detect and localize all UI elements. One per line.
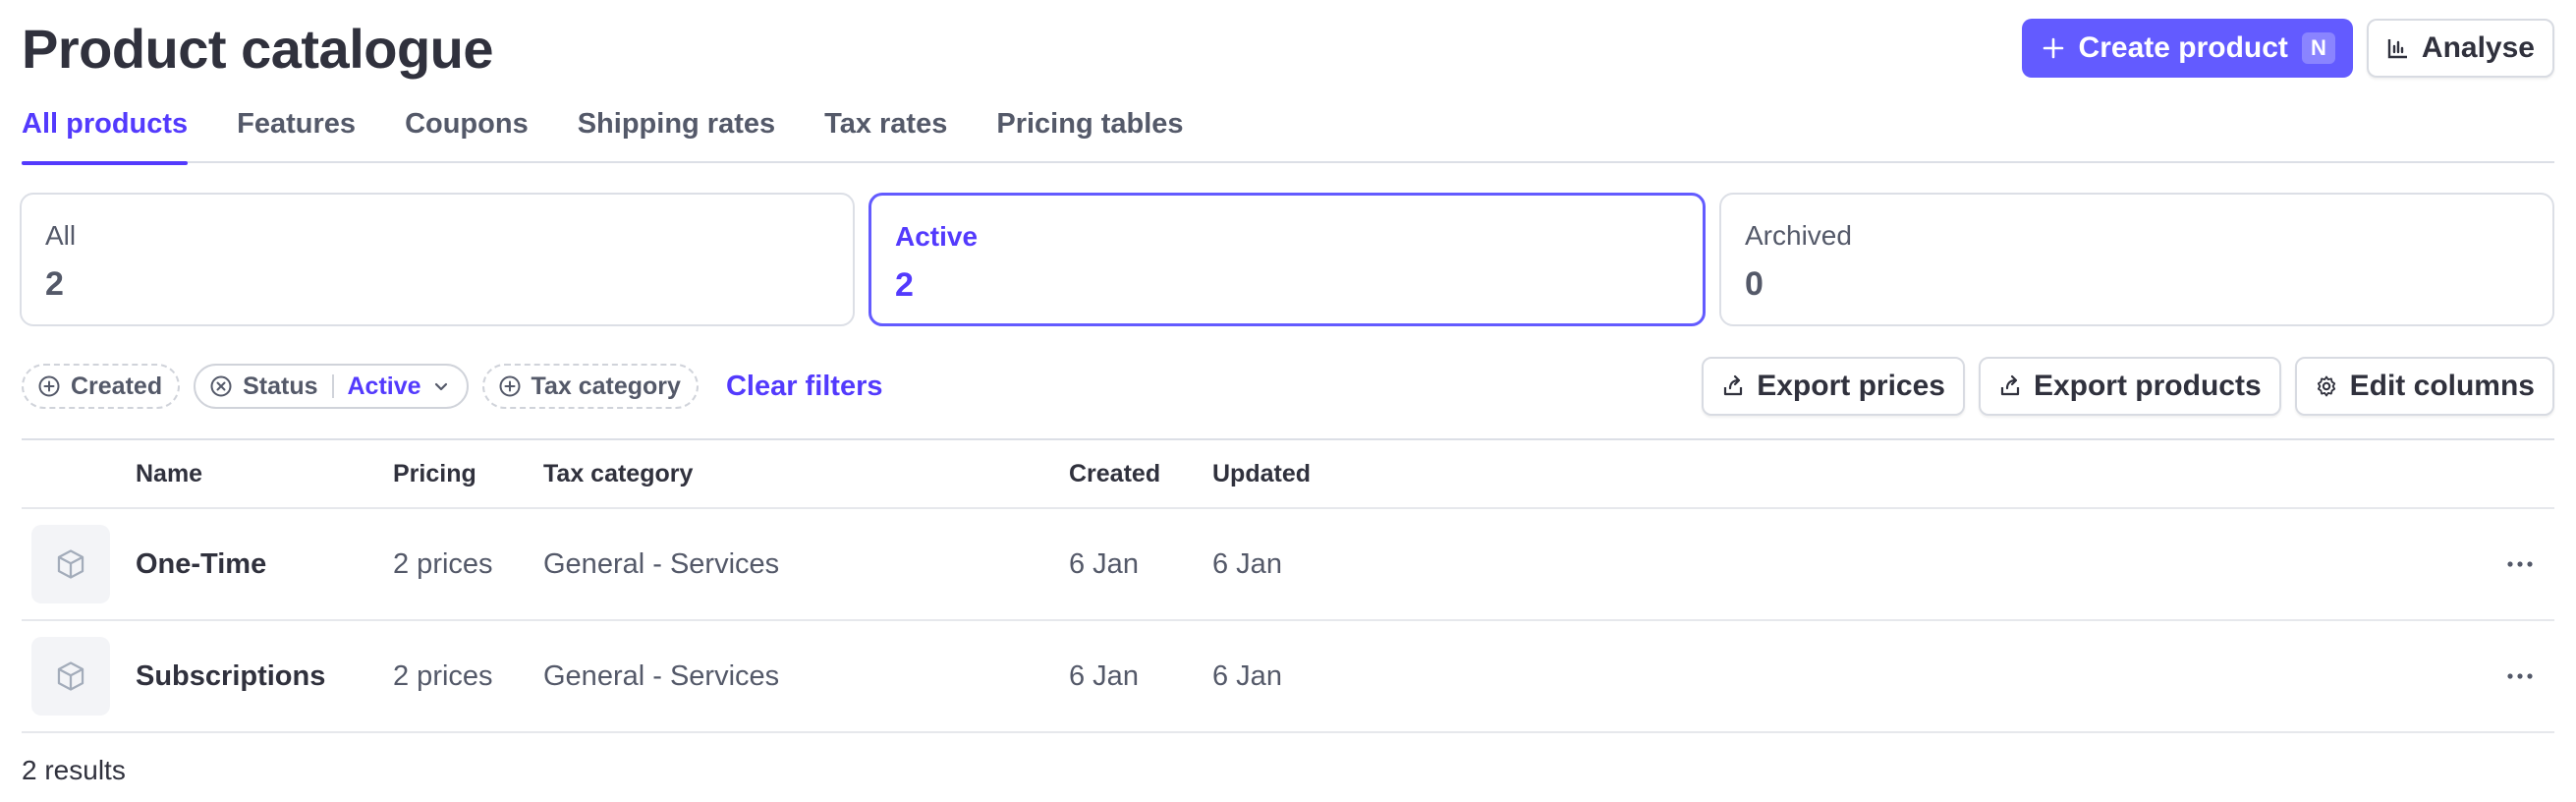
header-cell-pricing[interactable]: Pricing — [393, 460, 543, 488]
header-cell-name[interactable]: Name — [136, 460, 393, 488]
create-product-label: Create product — [2078, 31, 2288, 64]
status-card-label: Active — [895, 221, 979, 252]
clear-filters-link[interactable]: Clear filters — [726, 371, 883, 403]
tab-coupons[interactable]: Coupons — [405, 104, 529, 163]
circle-plus-icon — [498, 374, 522, 398]
analyse-button[interactable]: Analyse — [2366, 19, 2554, 78]
bar-chart-icon — [2386, 36, 2410, 60]
created-filter-chip[interactable]: Created — [22, 364, 181, 409]
status-card-label: All — [45, 220, 77, 251]
create-shortcut-badge: N — [2301, 32, 2335, 64]
header-cell-tax-category[interactable]: Tax category — [543, 460, 1069, 488]
tab-pricing-tables[interactable]: Pricing tables — [996, 104, 1183, 163]
filter-bar: Created Status Active Tax category Clear… — [22, 356, 2554, 417]
tax-category-filter-chip[interactable]: Tax category — [481, 364, 699, 409]
table-actions: Export prices Export products Edit colum… — [1702, 357, 2554, 416]
filters: Created Status Active Tax category Clear… — [22, 364, 883, 409]
page-title: Product catalogue — [22, 17, 494, 80]
product-thumbnail — [31, 525, 110, 603]
tab-all-products[interactable]: All products — [22, 104, 189, 165]
status-card-label: Archived — [1745, 220, 1852, 251]
export-prices-button[interactable]: Export prices — [1702, 357, 1965, 416]
product-created: 6 Jan — [1069, 547, 1139, 580]
header-cell-created[interactable]: Created — [1069, 460, 1212, 488]
chip-divider — [331, 374, 334, 398]
product-tax-category: General - Services — [543, 547, 780, 580]
product-pricing: 2 prices — [393, 659, 493, 692]
row-more-button[interactable] — [2486, 560, 2554, 568]
row-more-button[interactable] — [2486, 672, 2554, 680]
table-header: Name Pricing Tax category Created Update… — [22, 438, 2554, 509]
box-icon — [54, 547, 87, 581]
more-icon — [2506, 560, 2534, 568]
product-name[interactable]: One-Time — [136, 548, 393, 581]
product-name[interactable]: Subscriptions — [136, 660, 393, 693]
status-card-active[interactable]: Active 2 — [868, 193, 1706, 326]
product-updated: 6 Jan — [1212, 659, 1282, 692]
results-count: 2 results — [22, 755, 126, 785]
table-row[interactable]: One-Time 2 prices General - Services 6 J… — [22, 509, 2554, 621]
box-icon — [54, 659, 87, 693]
product-pricing: 2 prices — [393, 547, 493, 580]
edit-columns-label: Edit columns — [2349, 370, 2535, 402]
tax-category-filter-label: Tax category — [531, 372, 681, 400]
status-cards: All 2 Active 2 Archived 0 — [20, 193, 2554, 326]
more-icon — [2506, 672, 2534, 680]
status-filter-value: Active — [347, 372, 421, 400]
gear-icon — [2315, 374, 2338, 398]
analyse-label: Analyse — [2421, 31, 2535, 64]
export-icon — [1998, 374, 2022, 398]
status-card-count: 0 — [1745, 265, 1764, 303]
status-card-all[interactable]: All 2 — [20, 193, 855, 326]
tab-tax-rates[interactable]: Tax rates — [824, 104, 947, 163]
status-filter-label: Status — [243, 372, 318, 400]
page: Product catalogue Create product N Analy… — [0, 0, 2576, 802]
status-card-count: 2 — [45, 265, 64, 303]
export-products-button[interactable]: Export products — [1978, 357, 2281, 416]
header-cell-updated[interactable]: Updated — [1212, 460, 1409, 488]
tab-features[interactable]: Features — [237, 104, 356, 163]
chevron-down-icon — [431, 376, 451, 396]
header-actions: Create product N Analyse — [2021, 19, 2554, 78]
product-thumbnail — [31, 637, 110, 716]
export-icon — [1721, 374, 1745, 398]
tab-bar: All products Features Coupons Shipping r… — [22, 104, 2554, 165]
created-filter-label: Created — [71, 372, 163, 400]
circle-x-icon[interactable] — [209, 374, 233, 398]
tab-shipping-rates[interactable]: Shipping rates — [578, 104, 775, 163]
product-updated: 6 Jan — [1212, 547, 1282, 580]
circle-plus-icon — [37, 374, 61, 398]
edit-columns-button[interactable]: Edit columns — [2294, 357, 2554, 416]
create-product-button[interactable]: Create product N — [2021, 19, 2353, 78]
products-table: Name Pricing Tax category Created Update… — [22, 438, 2554, 733]
export-prices-label: Export prices — [1757, 370, 1945, 402]
product-tax-category: General - Services — [543, 659, 780, 692]
product-created: 6 Jan — [1069, 659, 1139, 692]
status-filter-chip[interactable]: Status Active — [194, 364, 469, 409]
export-products-label: Export products — [2033, 370, 2262, 402]
plus-icon — [2042, 36, 2065, 60]
status-card-count: 2 — [895, 266, 914, 304]
status-card-archived[interactable]: Archived 0 — [1719, 193, 2554, 326]
table-row[interactable]: Subscriptions 2 prices General - Service… — [22, 621, 2554, 733]
header: Product catalogue Create product N Analy… — [22, 14, 2554, 83]
